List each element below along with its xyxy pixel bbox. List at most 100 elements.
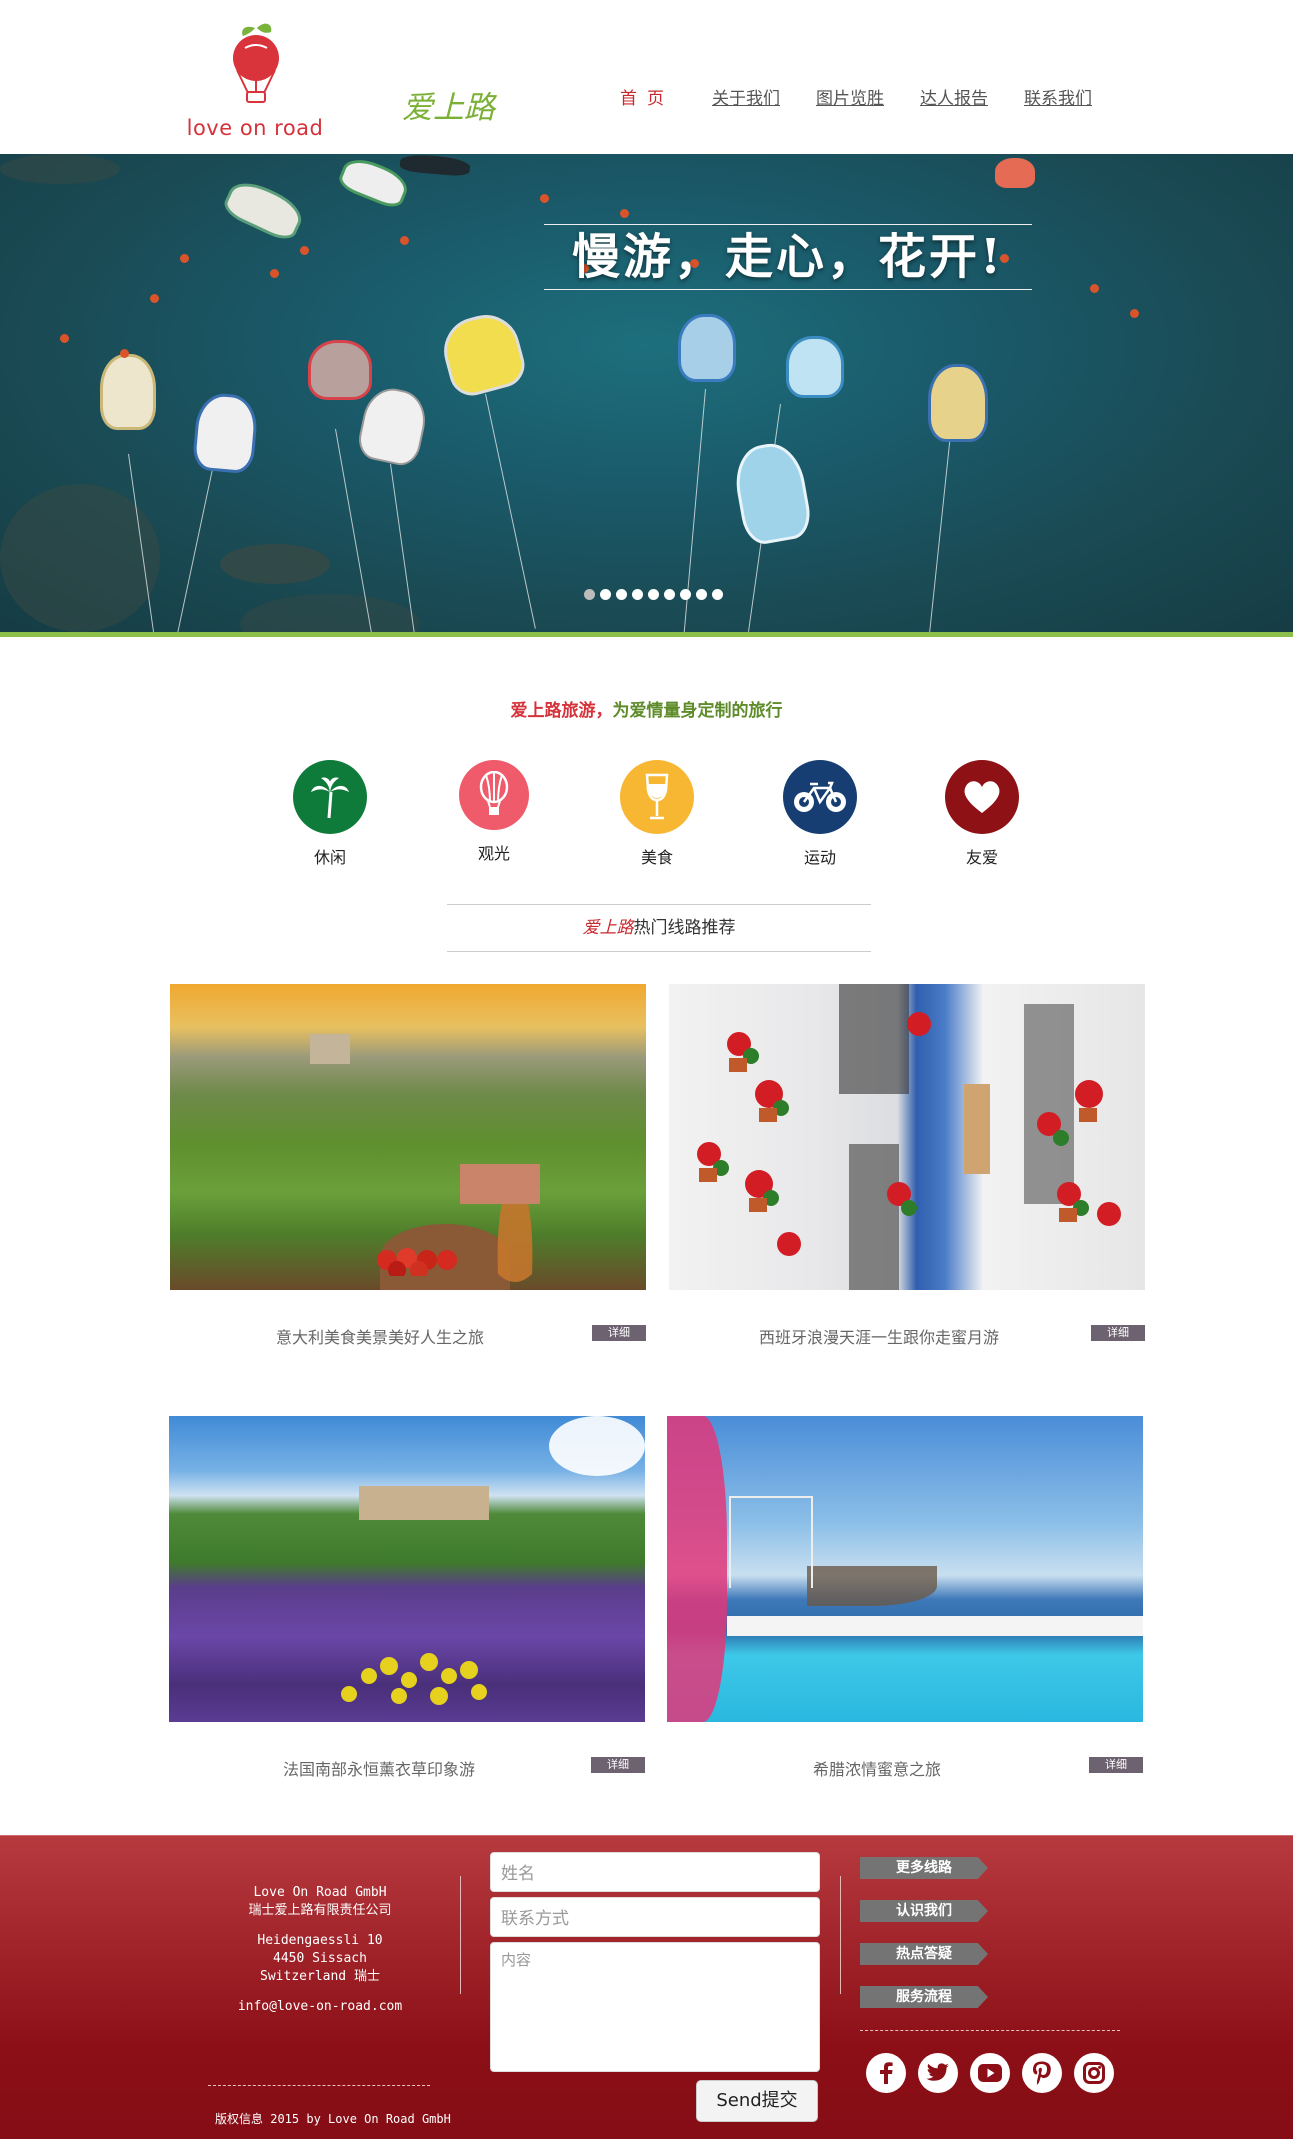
message-field[interactable]: 内容 (490, 1942, 820, 2072)
footer-dash (860, 2030, 1120, 2031)
wine-glass-icon (620, 760, 694, 834)
boat (730, 438, 814, 548)
company-info: Love On Road GmbH 瑞士爱上路有限责任公司 Heidengaes… (200, 1884, 440, 2016)
boat (100, 354, 156, 430)
slider-dot[interactable] (616, 589, 627, 600)
youtube-icon[interactable] (970, 2053, 1010, 2093)
category-sightseeing[interactable]: 观光 (454, 760, 534, 864)
nav-gallery[interactable]: 图片览胜 (816, 84, 884, 109)
hot-air-balloon-logo-icon (233, 23, 279, 103)
boat (436, 307, 530, 401)
category-label: 观光 (477, 844, 510, 863)
company-name-cn: 瑞士爱上路有限责任公司 (248, 1903, 392, 1918)
flower-pots (697, 1012, 1121, 1256)
boat (219, 174, 309, 245)
route-image-spain[interactable] (669, 984, 1145, 1290)
hero-slider[interactable]: 慢游，走心，花开! (0, 154, 1293, 632)
address-line: Heidengaessli 10 (257, 1933, 383, 1948)
detail-button[interactable]: 详细 (1089, 1757, 1143, 1773)
category-love[interactable]: 友爱 (942, 760, 1022, 868)
boat (995, 158, 1035, 188)
section-heading: 爱上路热门线路推荐 (447, 904, 871, 952)
facebook-icon[interactable] (866, 2053, 906, 2093)
nav-about[interactable]: 关于我们 (712, 84, 780, 109)
link-service-process[interactable]: 服务流程 (860, 1986, 988, 2008)
copyright: 版权信息 2015 by Love On Road GmbH (215, 2112, 451, 2126)
route-title: 希腊浓情蜜意之旅 (812, 1760, 941, 1779)
route-image-france[interactable] (169, 1416, 645, 1722)
nav-home[interactable]: 首页 (620, 84, 674, 109)
route-image-greece[interactable] (667, 1416, 1143, 1722)
send-button[interactable]: Send提交 (696, 2080, 818, 2122)
slider-dot[interactable] (696, 589, 707, 600)
heart-icon (945, 760, 1019, 834)
address-line: 4450 Sissach (273, 1951, 367, 1966)
slider-dot[interactable] (680, 589, 691, 600)
rock (220, 544, 330, 584)
slider-dot[interactable] (664, 589, 675, 600)
instagram-icon[interactable] (1074, 2053, 1114, 2093)
tagline: 爱上路旅游，为爱情量身定制的旅行 (0, 696, 1293, 721)
palm-tree-icon (293, 760, 367, 834)
route-card: 法国南部永恒薰衣草印象游 详细 (169, 1416, 645, 1779)
route-card: 意大利美食美景美好人生之旅 详细 (170, 984, 646, 1347)
buoy (1130, 309, 1139, 318)
slider-dot[interactable] (632, 589, 643, 600)
category-sports[interactable]: 运动 (780, 760, 860, 868)
email-link[interactable]: info@love-on-road.com (200, 1998, 440, 2016)
twitter-icon[interactable] (918, 2053, 958, 2093)
link-more-routes[interactable]: 更多线路 (860, 1857, 988, 1879)
link-faq[interactable]: 热点答疑 (860, 1943, 988, 1965)
logo[interactable]: love on road (185, 20, 325, 140)
rock (240, 594, 420, 632)
nav-reports[interactable]: 达人报告 (920, 84, 988, 109)
route-title: 意大利美食美景美好人生之旅 (275, 1328, 484, 1347)
slider-dot[interactable] (712, 589, 723, 600)
buoy (60, 334, 69, 343)
cloud (549, 1416, 645, 1476)
tagline-brand: 爱上路旅游， (510, 701, 613, 721)
hot-air-balloon-icon (459, 760, 529, 830)
boat (678, 314, 736, 382)
route-title: 西班牙浪漫天涯一生跟你走蜜月游 (758, 1328, 999, 1347)
contact-field[interactable]: 联系方式 (490, 1897, 820, 1937)
buoy (300, 246, 309, 255)
villa (460, 1164, 540, 1204)
detail-button[interactable]: 详细 (591, 1757, 645, 1773)
category-label: 美食 (640, 848, 673, 867)
route-image-italy[interactable] (170, 984, 646, 1290)
route-card: 西班牙浪漫天涯一生跟你走蜜月游 详细 (669, 984, 1145, 1347)
address-line: Switzerland 瑞士 (260, 1969, 380, 1984)
boat (928, 364, 988, 442)
copyright-divider (208, 2085, 430, 2086)
pinterest-icon[interactable] (1022, 2053, 1062, 2093)
slider-dot[interactable] (584, 589, 595, 600)
route-card: 希腊浓情蜜意之旅 详细 (667, 1416, 1143, 1779)
detail-button[interactable]: 详细 (592, 1325, 646, 1341)
buoy (270, 269, 279, 278)
boat (786, 336, 844, 398)
logo-text: love on road (186, 116, 324, 140)
tomatoes (375, 1246, 465, 1279)
name-field[interactable]: 姓名 (490, 1852, 820, 1892)
tagline-text: 为爱情量身定制的旅行 (612, 701, 783, 721)
category-food[interactable]: 美食 (617, 760, 697, 868)
nav-contact[interactable]: 联系我们 (1024, 84, 1092, 109)
buoy (540, 194, 549, 203)
castle (310, 1034, 350, 1064)
section-title: 热门线路推荐 (633, 918, 736, 938)
detail-button[interactable]: 详细 (1091, 1325, 1145, 1341)
slider-dot[interactable] (648, 589, 659, 600)
brand-script: 爱上路 (402, 90, 495, 126)
category-leisure[interactable]: 休闲 (290, 760, 370, 868)
route-title: 法国南部永恒薰衣草印象游 (282, 1760, 475, 1779)
boat (308, 340, 372, 400)
buoy (150, 294, 159, 303)
hero-accent-bar (0, 632, 1293, 637)
bougainvillea (667, 1416, 727, 1722)
slider-dot[interactable] (600, 589, 611, 600)
section-brand: 爱上路 (582, 918, 634, 938)
link-about-us[interactable]: 认识我们 (860, 1900, 988, 1922)
village (359, 1486, 489, 1520)
pool-edge (727, 1616, 1143, 1636)
